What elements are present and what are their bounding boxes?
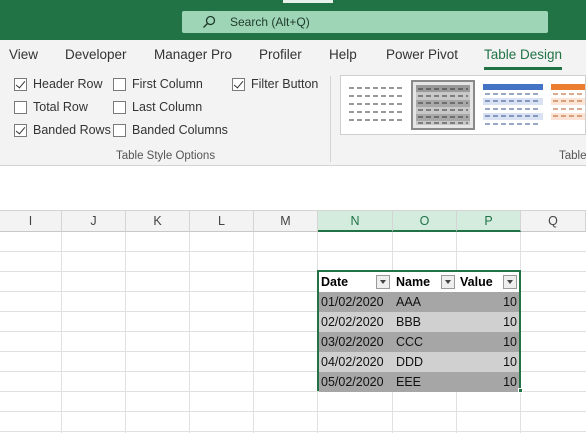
table-row[interactable]: 05/02/2020 EEE 10	[319, 372, 519, 392]
table-style-blue[interactable]	[481, 80, 545, 130]
banded-columns-checkbox[interactable]	[113, 123, 126, 137]
first-column-checkbox[interactable]	[113, 77, 126, 91]
cell-name[interactable]: DDD	[396, 352, 456, 372]
cell-value[interactable]: 10	[460, 292, 517, 312]
table-style-plain[interactable]	[345, 80, 409, 130]
tab-power-pivot[interactable]: Power Pivot	[386, 47, 458, 62]
filter-dropdown-icon[interactable]	[376, 275, 390, 289]
banded-columns-option[interactable]: Banded Columns	[113, 123, 228, 137]
last-column-label: Last Column	[132, 100, 203, 114]
table-resize-handle[interactable]	[518, 388, 523, 393]
grid-line	[0, 411, 586, 412]
grid-line	[189, 232, 190, 433]
column-header-k[interactable]: K	[126, 211, 190, 232]
cell-value[interactable]: 10	[460, 332, 517, 352]
cell-date[interactable]: 03/02/2020	[321, 332, 393, 352]
filter-button-label: Filter Button	[251, 77, 319, 91]
cell-value[interactable]: 10	[460, 352, 517, 372]
header-row-option[interactable]: Header Row	[14, 77, 102, 91]
table-header-row: Date Name Value	[319, 272, 519, 292]
first-column-option[interactable]: First Column	[113, 77, 203, 91]
cell-name[interactable]: EEE	[396, 372, 456, 392]
column-header-j[interactable]: J	[62, 211, 126, 232]
cell-date[interactable]: 05/02/2020	[321, 372, 393, 392]
banded-columns-label: Banded Columns	[132, 123, 228, 137]
cell-name[interactable]: AAA	[396, 292, 456, 312]
table-style-options-group-label: Table Style Options	[116, 150, 216, 162]
column-header-i[interactable]: I	[0, 211, 62, 232]
cell-name[interactable]: BBB	[396, 312, 456, 332]
search-icon	[202, 15, 216, 29]
ribbon-body: Header Row Total Row Banded Rows First C…	[0, 70, 586, 166]
grid-line	[61, 232, 62, 433]
last-column-option[interactable]: Last Column	[113, 100, 202, 114]
table-row[interactable]: 03/02/2020 CCC 10	[319, 332, 519, 352]
cell-name[interactable]: CCC	[396, 332, 456, 352]
column-header-q[interactable]: Q	[521, 211, 586, 232]
column-header-n[interactable]: N	[318, 211, 393, 232]
filter-button-option[interactable]: Filter Button	[232, 77, 318, 91]
filter-dropdown-icon[interactable]	[441, 275, 455, 289]
last-column-checkbox[interactable]	[113, 100, 126, 114]
column-header-p[interactable]: P	[457, 211, 521, 232]
total-row-option[interactable]: Total Row	[14, 100, 88, 114]
banded-rows-label: Banded Rows	[33, 123, 111, 137]
filter-button-checkbox[interactable]	[232, 77, 245, 91]
ribbon-separator	[330, 76, 331, 162]
cell-value[interactable]: 10	[460, 372, 517, 392]
banded-rows-checkbox[interactable]	[14, 123, 27, 137]
total-row-label: Total Row	[33, 100, 88, 114]
search-box[interactable]: Search (Alt+Q)	[182, 11, 548, 33]
header-name[interactable]: Name	[396, 272, 442, 292]
tab-manager-pro[interactable]: Manager Pro	[154, 47, 232, 62]
table-row[interactable]: 02/02/2020 BBB 10	[319, 312, 519, 332]
tab-table-design[interactable]: Table Design	[484, 47, 563, 70]
grid-line	[0, 251, 586, 252]
first-column-label: First Column	[132, 77, 203, 91]
header-row-label: Header Row	[33, 77, 103, 91]
tab-developer[interactable]: Developer	[65, 47, 127, 62]
column-header-m[interactable]: M	[254, 211, 318, 232]
tab-profiler[interactable]: Profiler	[259, 47, 302, 62]
ribbon-tabs: View Developer Manager Pro Profiler Help…	[0, 40, 586, 70]
table-style-orange[interactable]	[549, 80, 585, 130]
total-row-checkbox[interactable]	[14, 100, 27, 114]
title-bar: Search (Alt+Q)	[0, 0, 586, 40]
grid-line	[253, 232, 254, 433]
grid-line	[0, 431, 586, 432]
header-value[interactable]: Value	[460, 272, 502, 292]
column-header-l[interactable]: L	[190, 211, 254, 232]
column-header-o[interactable]: O	[393, 211, 457, 232]
cell-value[interactable]: 10	[460, 312, 517, 332]
filter-dropdown-icon[interactable]	[503, 275, 517, 289]
header-date[interactable]: Date	[321, 272, 377, 292]
search-text: Search (Alt+Q)	[230, 15, 310, 29]
table-styles-group-label: Table	[559, 150, 586, 162]
table-row[interactable]: 04/02/2020 DDD 10	[319, 352, 519, 372]
cell-date[interactable]: 02/02/2020	[321, 312, 393, 332]
grid-line	[125, 232, 126, 433]
title-indicator	[283, 0, 333, 3]
header-row-checkbox[interactable]	[14, 77, 27, 91]
table-style-medium-selected[interactable]	[411, 80, 475, 130]
cell-date[interactable]: 01/02/2020	[321, 292, 393, 312]
tab-help[interactable]: Help	[329, 47, 357, 62]
tab-view[interactable]: View	[9, 47, 38, 62]
cell-date[interactable]: 04/02/2020	[321, 352, 393, 372]
table-styles-gallery	[340, 75, 586, 135]
table-row[interactable]: 01/02/2020 AAA 10	[319, 292, 519, 312]
excel-table[interactable]: Date Name Value 01/02/2020 AAA 10 02/02/…	[317, 270, 521, 392]
formula-area	[0, 167, 586, 211]
banded-rows-option[interactable]: Banded Rows	[14, 123, 111, 137]
